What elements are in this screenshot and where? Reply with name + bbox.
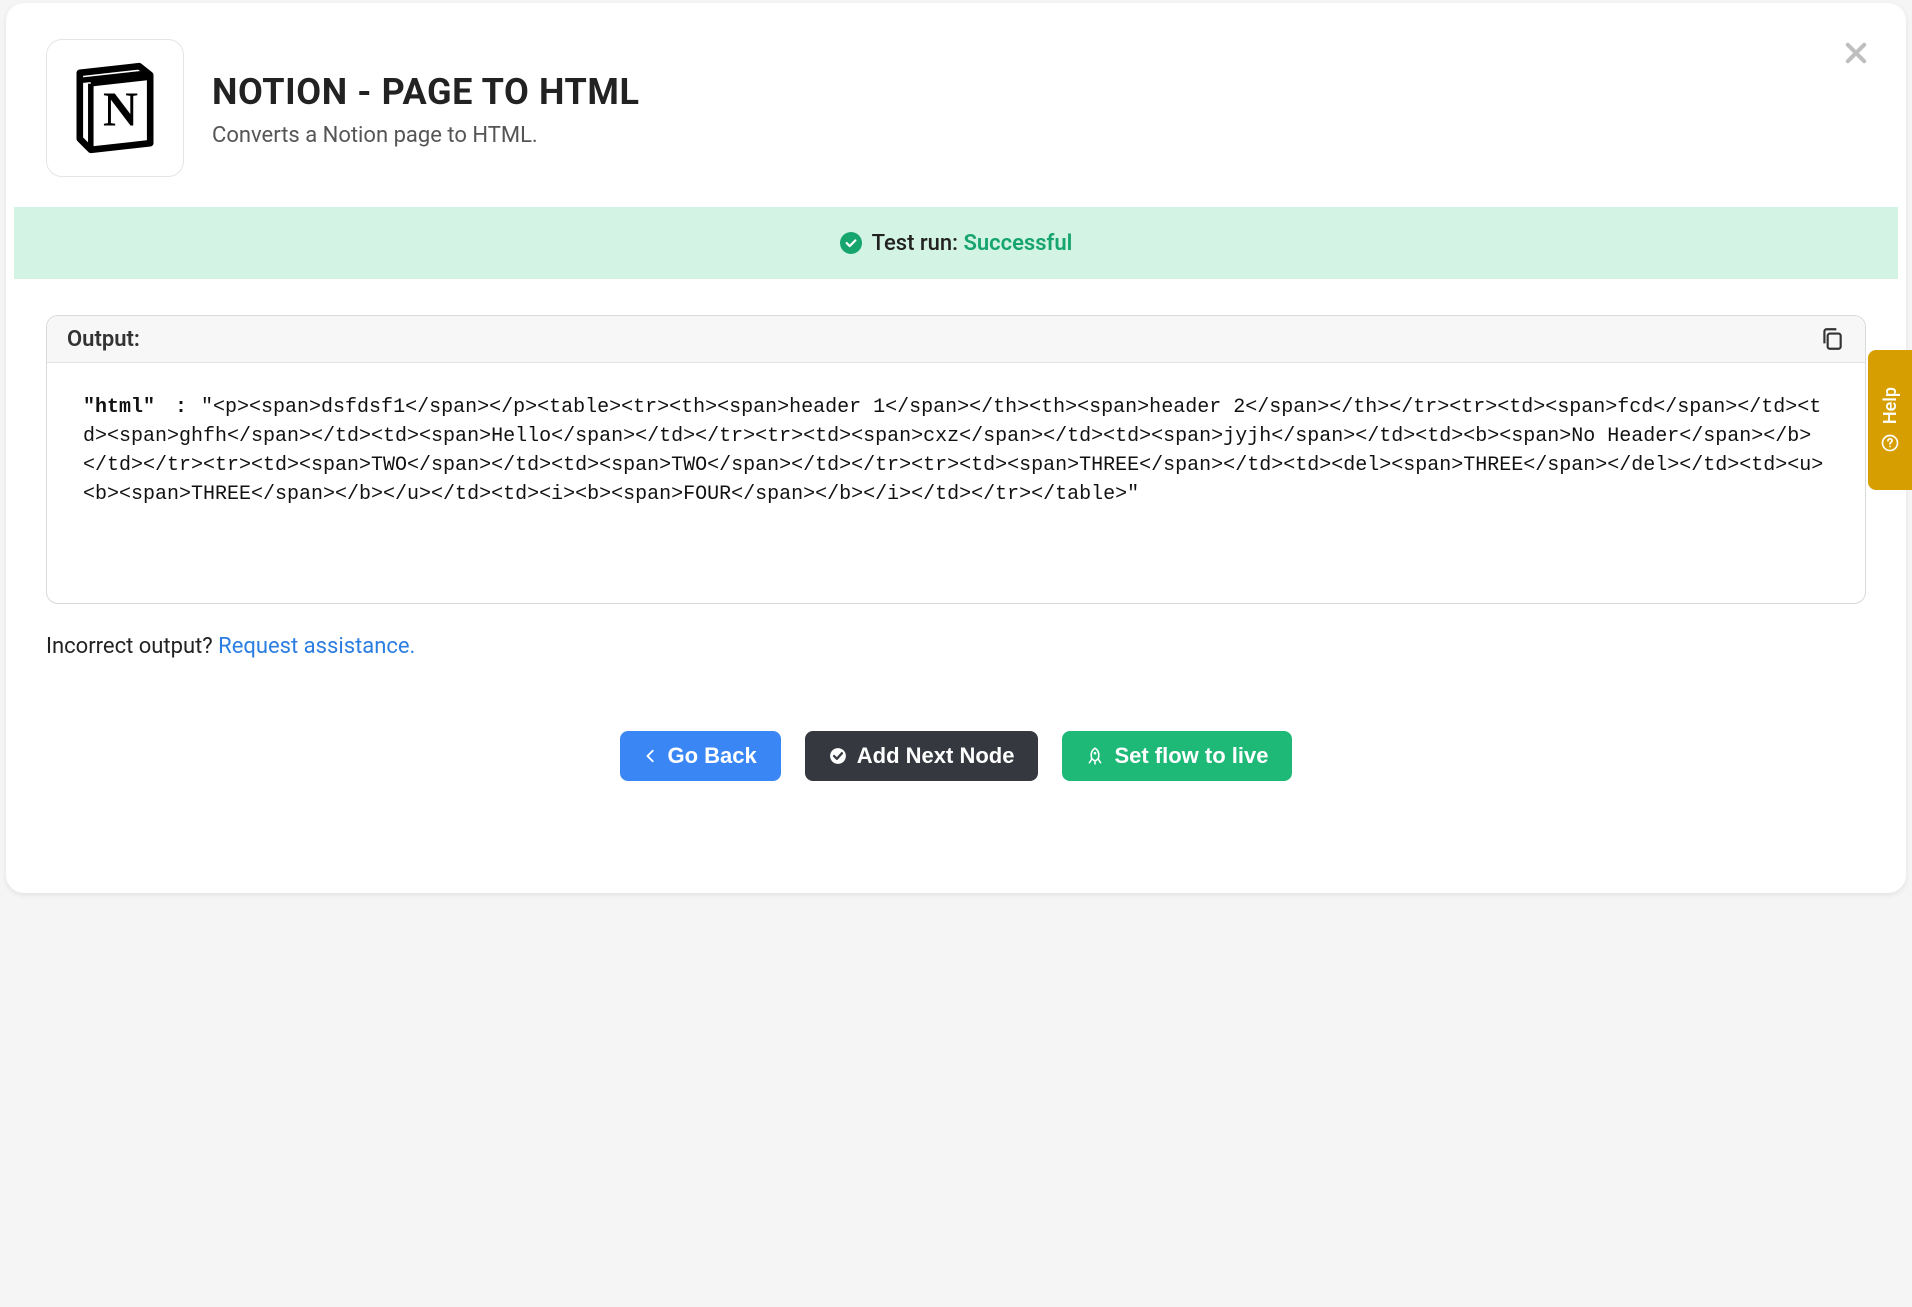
output-header: Output: <box>47 316 1865 363</box>
request-assistance-link[interactable]: Request assistance. <box>218 634 415 659</box>
copy-button[interactable] <box>1819 326 1845 352</box>
status-text: Test run: Successful <box>872 231 1073 256</box>
go-back-label: Go Back <box>668 743 757 769</box>
output-json-value: "<p><span>dsfdsf1</span></p><table><tr><… <box>83 396 1823 506</box>
output-label: Output: <box>67 327 140 352</box>
output-json-colon: : <box>155 396 201 419</box>
close-icon <box>1842 39 1870 67</box>
help-icon <box>1880 433 1900 453</box>
output-panel: Output: "html":"<p><span>dsfdsf1</span><… <box>46 315 1866 604</box>
chevron-left-icon <box>644 749 658 763</box>
status-result: Successful <box>963 231 1072 256</box>
page-title: NOTION - PAGE TO HTML <box>212 71 640 113</box>
notion-app-icon: N <box>46 39 184 177</box>
success-icon <box>840 232 862 254</box>
output-content: "html":"<p><span>dsfdsf1</span></p><tabl… <box>83 393 1829 509</box>
modal-header: N NOTION - PAGE TO HTML Converts a Notio… <box>6 3 1906 207</box>
add-next-label: Add Next Node <box>857 743 1015 769</box>
output-json-key: "html" <box>83 396 155 419</box>
modal-dialog: N NOTION - PAGE TO HTML Converts a Notio… <box>6 3 1906 893</box>
close-button[interactable] <box>1842 39 1870 67</box>
check-circle-icon <box>829 747 847 765</box>
action-bar: Go Back Add Next Node Set flow to live <box>6 659 1906 821</box>
rocket-icon <box>1086 747 1104 765</box>
help-tab[interactable]: Help <box>1868 350 1912 490</box>
svg-text:N: N <box>103 84 138 137</box>
assistance-text: Incorrect output? Request assistance. <box>46 634 1866 659</box>
set-live-label: Set flow to live <box>1114 743 1268 769</box>
assistance-prefix: Incorrect output? <box>46 634 218 659</box>
header-text: NOTION - PAGE TO HTML Converts a Notion … <box>212 39 640 148</box>
status-bar: Test run: Successful <box>14 207 1898 279</box>
status-prefix: Test run: <box>872 231 964 256</box>
page-subtitle: Converts a Notion page to HTML. <box>212 123 640 148</box>
add-next-node-button[interactable]: Add Next Node <box>805 731 1039 781</box>
set-flow-live-button[interactable]: Set flow to live <box>1062 731 1292 781</box>
notion-icon: N <box>60 53 170 163</box>
go-back-button[interactable]: Go Back <box>620 731 781 781</box>
output-body: "html":"<p><span>dsfdsf1</span></p><tabl… <box>47 363 1865 603</box>
copy-icon <box>1819 326 1845 352</box>
help-label: Help <box>1880 387 1901 424</box>
